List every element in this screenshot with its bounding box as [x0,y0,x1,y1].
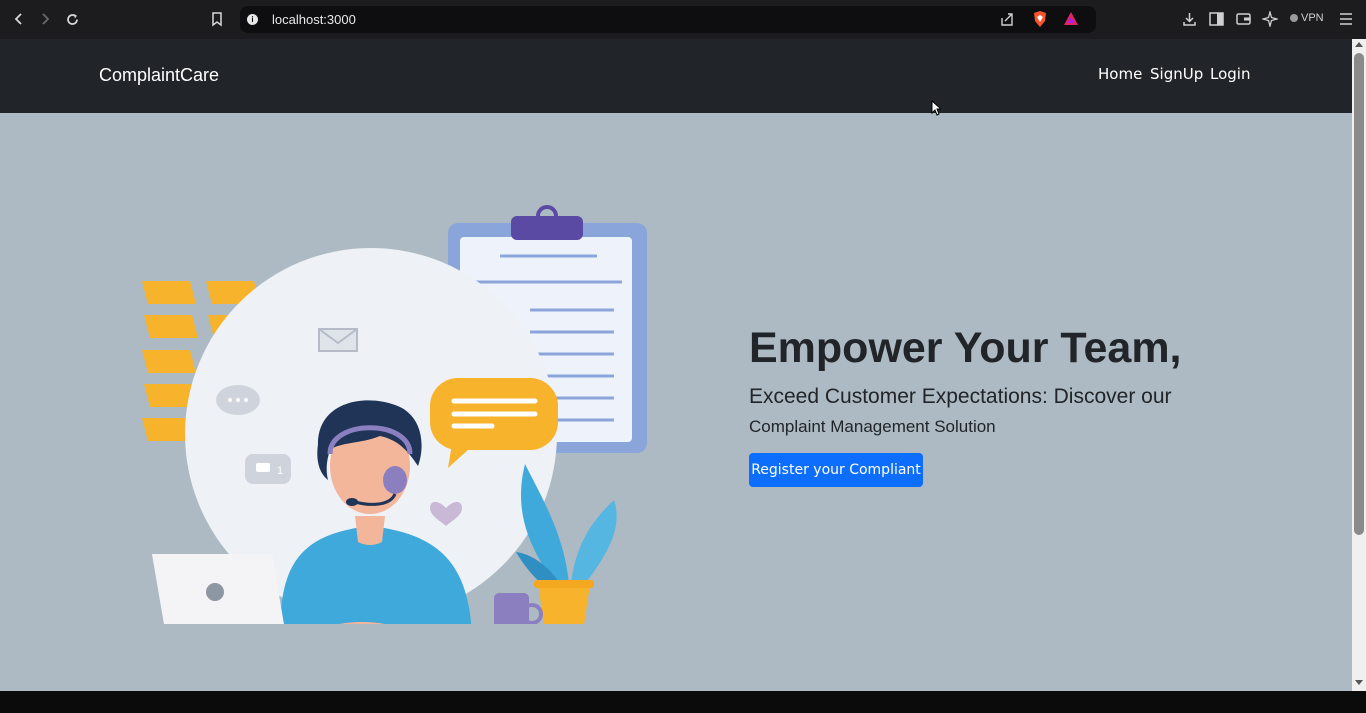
leo-icon[interactable] [1260,9,1280,29]
nav-link-home[interactable]: Home [1098,65,1142,83]
nav-link-signup[interactable]: SignUp [1150,65,1203,83]
scroll-thumb[interactable] [1354,53,1364,535]
site-navbar: ComplaintCare Home SignUp Login [0,39,1352,113]
bookmark-icon[interactable] [207,9,227,29]
vpn-status-icon [1290,14,1298,22]
hero-subtitle-2: Complaint Management Solution [749,417,996,436]
back-icon[interactable] [9,9,29,29]
vpn-button[interactable]: VPN [1290,12,1324,24]
site-info-icon[interactable]: i [247,14,258,25]
page-viewport: ComplaintCare Home SignUp Login 1 Empowe… [0,39,1352,691]
mouse-cursor-icon [931,99,943,121]
support-agent-illustration: 1 [130,204,660,650]
download-icon[interactable] [1179,9,1199,29]
nav-link-login[interactable]: Login [1210,65,1250,83]
forward-icon[interactable] [35,9,55,29]
page-scrollbar[interactable] [1352,39,1366,691]
register-complaint-button[interactable]: Register your Compliant [749,453,923,487]
hero-headline: Empower Your Team, [749,324,1182,372]
share-icon[interactable] [999,12,1015,32]
wallet-icon[interactable] [1233,9,1253,29]
url-text: localhost:3000 [272,12,356,27]
brave-rewards-icon[interactable] [1063,11,1079,32]
brand-logo[interactable]: ComplaintCare [99,65,219,86]
scroll-down-icon[interactable] [1355,680,1363,685]
sidebar-icon[interactable] [1206,9,1226,29]
hero-subtitle: Exceed Customer Expectations: Discover o… [749,385,1172,408]
vpn-label: VPN [1301,12,1324,24]
address-bar[interactable]: i localhost:3000 [240,6,1096,33]
menu-icon[interactable] [1336,9,1356,29]
scroll-up-icon[interactable] [1355,42,1363,47]
chat-badge-count: 1 [277,465,283,477]
brave-shield-icon[interactable] [1032,10,1048,33]
bottom-strip [0,691,1366,713]
reload-icon[interactable] [62,9,82,29]
browser-toolbar: i localhost:3000 VPN [0,0,1366,39]
